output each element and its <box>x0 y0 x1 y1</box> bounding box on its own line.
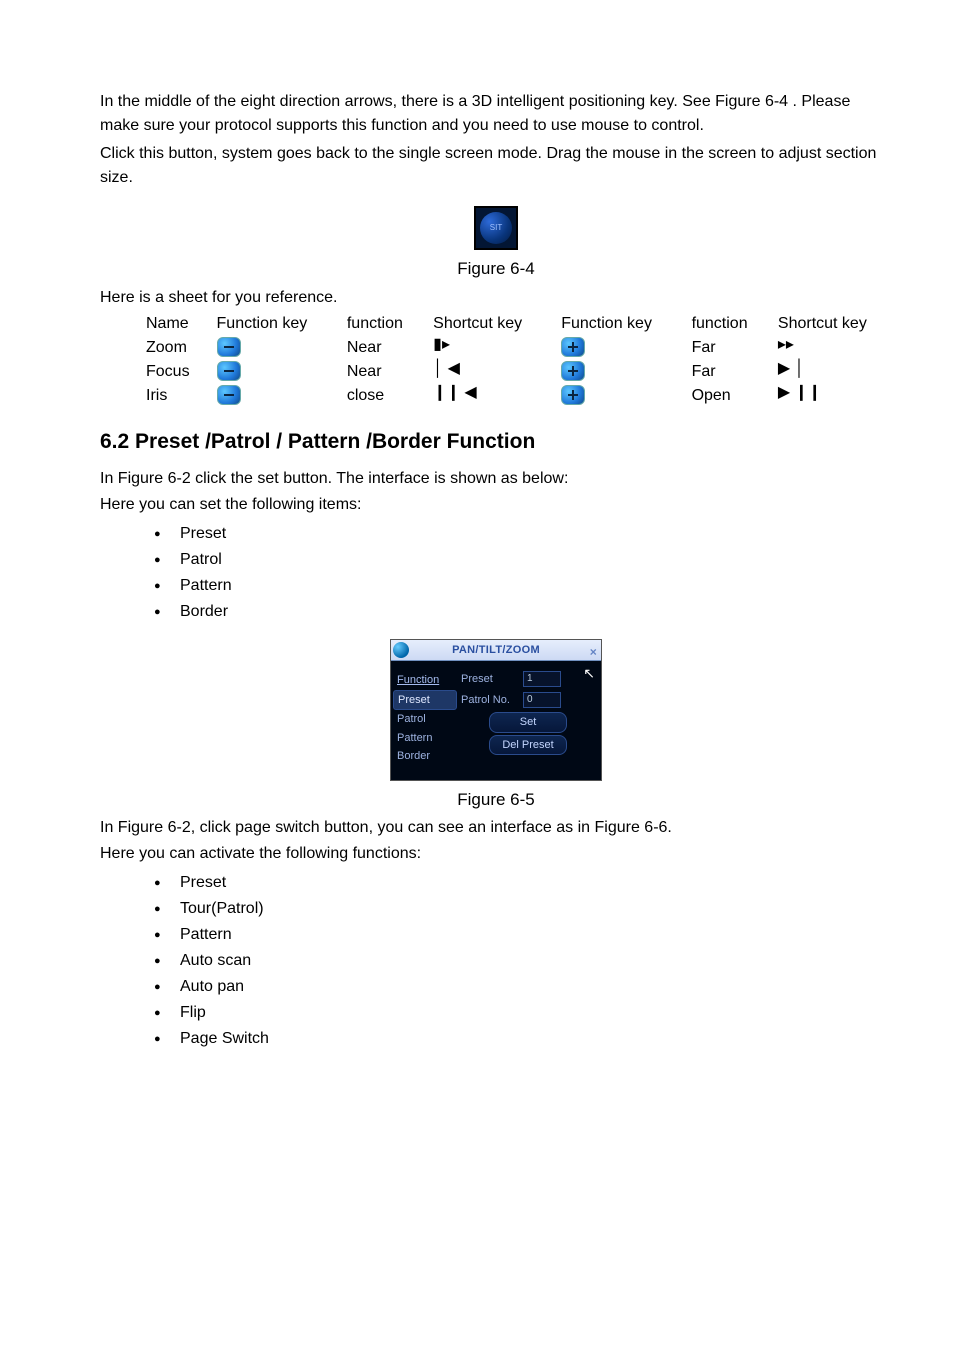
ptz-function-list: Function Preset Patrol Pattern Border <box>397 671 457 766</box>
function-item-patrol[interactable]: Patrol <box>397 710 457 729</box>
activate-items-list: Preset Tour(Patrol) Pattern Auto scan Au… <box>100 870 892 1052</box>
minus-icon <box>217 385 241 405</box>
list-item: Border <box>180 599 892 625</box>
list-item: Auto scan <box>180 948 892 974</box>
del-preset-button[interactable]: Del Preset <box>489 735 567 756</box>
ptz-titlebar: PAN/TILT/ZOOM × <box>391 640 601 661</box>
sec62-p3: In Figure 6-2, click page switch button,… <box>100 816 892 840</box>
patrol-no-field[interactable]: 0 <box>523 692 561 708</box>
set-button[interactable]: Set <box>489 712 567 733</box>
function-item-border[interactable]: Border <box>397 747 457 766</box>
minus-icon <box>217 337 241 357</box>
col-name: Name <box>140 312 211 336</box>
preset-label: Preset <box>461 671 523 688</box>
sec62-p2: Here you can set the following items: <box>100 493 892 517</box>
col-sc1: Shortcut key <box>427 312 555 336</box>
list-item: Preset <box>180 870 892 896</box>
col-fnkey1: Function key <box>211 312 341 336</box>
col-fnkey2: Function key <box>555 312 685 336</box>
list-item: Page Switch <box>180 1026 892 1052</box>
section-6-2-heading: 6.2 Preset /Patrol / Pattern /Border Fun… <box>100 426 892 458</box>
cursor-icon: ↖ <box>583 663 595 684</box>
function-item-preset[interactable]: Preset <box>393 690 457 711</box>
col-fn2: function <box>686 312 772 336</box>
col-fn1: function <box>341 312 427 336</box>
intro-paragraph-1: In the middle of the eight direction arr… <box>100 90 892 138</box>
list-item: Tour(Patrol) <box>180 896 892 922</box>
close-icon[interactable]: × <box>590 642 597 662</box>
figure-6-4-caption: Figure 6-4 <box>100 256 892 282</box>
minus-icon <box>217 361 241 381</box>
plus-icon <box>561 337 585 357</box>
sec62-p1: In Figure 6-2 click the set button. The … <box>100 467 892 491</box>
function-header: Function <box>397 671 457 690</box>
plus-icon <box>561 385 585 405</box>
reference-intro: Here is a sheet for you reference. <box>100 286 892 310</box>
preset-field[interactable]: 1 <box>523 671 561 687</box>
table-row: Zoom Near ▮▸ Far ▸▸ <box>140 336 900 360</box>
plus-icon <box>561 361 585 381</box>
table-row: Focus Near │ ◀ Far ▶ │ <box>140 360 900 384</box>
figure-6-4: SIT <box>100 206 892 250</box>
table-row: Iris close ❙❙ ◀ Open ▶ ❙❙ <box>140 384 900 408</box>
patrol-no-label: Patrol No. <box>461 692 523 709</box>
list-item: Auto pan <box>180 974 892 1000</box>
figure-6-5-caption: Figure 6-5 <box>100 787 892 813</box>
list-item: Patrol <box>180 547 892 573</box>
intro-paragraph-2: Click this button, system goes back to t… <box>100 142 892 190</box>
reference-table: Name Function key function Shortcut key … <box>140 312 900 408</box>
window-icon <box>393 642 409 658</box>
list-item: Pattern <box>180 922 892 948</box>
table-header-row: Name Function key function Shortcut key … <box>140 312 900 336</box>
list-item: Pattern <box>180 573 892 599</box>
function-item-pattern[interactable]: Pattern <box>397 729 457 748</box>
sit-button[interactable]: SIT <box>474 206 518 250</box>
list-item: Preset <box>180 521 892 547</box>
col-sc2: Shortcut key <box>772 312 900 336</box>
list-item: Flip <box>180 1000 892 1026</box>
ptz-dialog: PAN/TILT/ZOOM × ↖ Function Preset Patrol… <box>390 639 602 781</box>
sec62-p4: Here you can activate the following func… <box>100 842 892 866</box>
sit-label: SIT <box>490 222 502 234</box>
ptz-title-text: PAN/TILT/ZOOM <box>452 644 540 656</box>
set-items-list: Preset Patrol Pattern Border <box>100 521 892 625</box>
